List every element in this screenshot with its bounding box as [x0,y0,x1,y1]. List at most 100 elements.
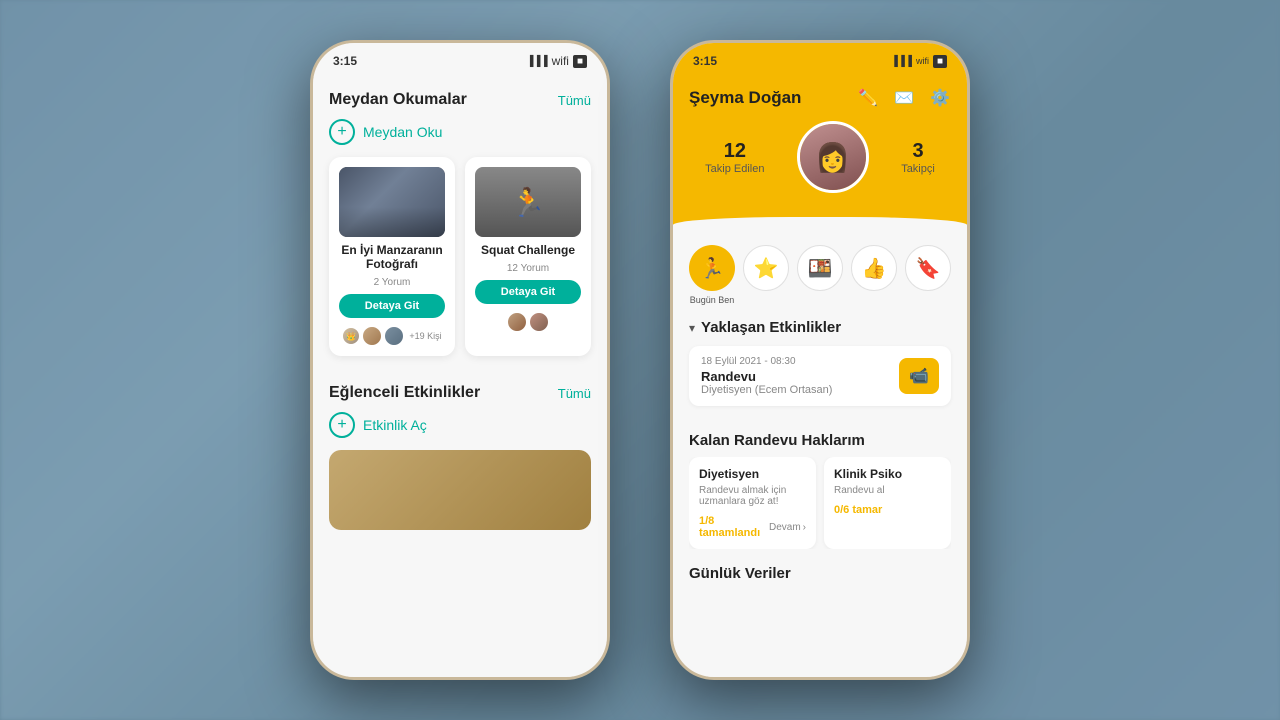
settings-icon[interactable]: ⚙️ [929,87,951,109]
video-call-icon[interactable]: 📹 [899,358,939,394]
remaining-card-1-action[interactable]: Devam › [769,522,806,533]
right-phone-screen: Şeyma Doğan ✏️ ✉️ ⚙️ 12 Takip Edilen 👩 [673,79,967,677]
card-1-subtitle: 2 Yorum [339,277,445,288]
add-challenge-row[interactable]: + Meydan Oku [329,119,591,145]
following-stat: 12 Takip Edilen [705,140,764,175]
battery-icon-right: ■ [933,55,947,68]
wifi-icon-left: wifi [552,54,569,68]
following-label: Takip Edilen [705,163,764,175]
gym-image [339,167,445,237]
avatar-2 [384,326,404,346]
remaining-title: Kalan Randevu Haklarım [689,432,951,449]
activities-header: Eğlenceli Etkinlikler Tümü [329,384,591,402]
badge-today-circle: 🏃 [689,245,735,291]
card-2-detail-btn[interactable]: Detaya Git [475,280,581,304]
profile-name: Şeyma Doğan [689,88,801,108]
profile-stats: 12 Takip Edilen 👩 3 Takipçi [689,121,951,193]
badge-star[interactable]: ⭐ [743,245,789,305]
profile-body: ▾ Yaklaşan Etkinlikler 18 Eylül 2021 - 0… [673,309,967,677]
challenges-link[interactable]: Tümü [558,93,591,108]
left-phone-screen: Meydan Okumalar Tümü + Meydan Oku En İyi… [313,79,607,677]
challenge-card-2: Squat Challenge 12 Yorum Detaya Git [465,157,591,356]
activities-link[interactable]: Tümü [558,386,591,401]
card-1-avatars: 👑 +19 Kişi [339,326,445,346]
card-2-title: Squat Challenge [475,243,581,257]
card-2-subtitle: 12 Yorum [475,263,581,274]
card-1-title: En İyi Manzaranın Fotoğrafı [339,243,445,271]
wave-shape [673,217,967,237]
edit-icon[interactable]: ✏️ [857,87,879,109]
remaining-card-1-desc: Randevu almak için uzmanlara göz at! [699,485,806,507]
add-activity-row[interactable]: + Etkinlik Aç [329,412,591,438]
activity-image-card [329,450,591,530]
remaining-card-2-progress: 0/6 tamar [834,504,882,516]
badge-bookmark-circle: 🔖 [905,245,951,291]
card-1-image [339,167,445,237]
signal-icon-right: ▐▐▐ [891,56,912,67]
badge-food-circle: 🍱 [797,245,843,291]
more-count: +19 Kişi [409,331,441,341]
appointment-type: Randevu [701,369,832,384]
signal-icon-left: ▐▐▐ [526,56,547,67]
challenge-cards-row: En İyi Manzaranın Fotoğrafı 2 Yorum Deta… [329,157,591,356]
status-icons-left: ▐▐▐ wifi ■ [526,54,587,68]
followers-stat: 3 Takipçi [901,140,935,175]
chevron-right-icon: › [803,522,806,533]
profile-action-icons: ✏️ ✉️ ⚙️ [857,87,951,109]
card-2-avatars [475,312,581,332]
remaining-card-2-desc: Randevu al [834,485,941,496]
following-count: 12 [705,140,764,163]
status-bar-right: 3:15 ▐▐▐ wifi ■ [673,43,967,79]
status-bar-left: 3:15 ▐▐▐ wifi ■ [313,43,607,79]
profile-avatar: 👩 [797,121,869,193]
avatar-image: 👩 [800,124,866,190]
add-activity-icon: + [329,412,355,438]
remaining-section: Kalan Randevu Haklarım Diyetisyen Randev… [673,426,967,559]
remaining-card-1-title: Diyetisyen [699,467,806,481]
badge-bookmark[interactable]: 🔖 [905,245,951,305]
profile-top-row: Şeyma Doğan ✏️ ✉️ ⚙️ [689,87,951,109]
badge-today[interactable]: 🏃 Bugün Ben [689,245,735,305]
mail-icon[interactable]: ✉️ [893,87,915,109]
badges-row: 🏃 Bugün Ben ⭐ 🍱 👍 🔖 [673,237,967,309]
upcoming-section: ▾ Yaklaşan Etkinlikler 18 Eylül 2021 - 0… [673,309,967,426]
badge-social-circle: 👍 [851,245,897,291]
profile-header: Şeyma Doğan ✏️ ✉️ ⚙️ 12 Takip Edilen 👩 [673,79,967,217]
appointment-doctor: Diyetisyen (Ecem Ortasan) [701,384,832,396]
add-challenge-label: Meydan Oku [363,124,442,140]
phones-container: 3:15 ▐▐▐ wifi ■ Meydan Okumalar Tümü + M… [0,0,1280,720]
upcoming-title: Yaklaşan Etkinlikler [701,319,841,336]
wifi-icon-right: wifi [916,56,929,66]
remaining-card-2-row: 0/6 tamar [834,504,941,516]
right-phone: 3:15 ▐▐▐ wifi ■ Şeyma Doğan ✏️ ✉️ ⚙️ [670,40,970,680]
remaining-card-2: Klinik Psiko Randevu al 0/6 tamar [824,457,951,549]
followers-label: Takipçi [901,163,935,175]
avatar-icon-1: 👑 [342,327,360,345]
daily-title: Günlük Veriler [689,565,951,582]
appointment-info: 18 Eylül 2021 - 08:30 Randevu Diyetisyen… [701,356,832,396]
remaining-card-1-row: 1/8 tamamlandı Devam › [699,515,806,539]
avatar-3 [507,312,527,332]
remaining-card-2-title: Klinik Psiko [834,467,941,481]
card-1-detail-btn[interactable]: Detaya Git [339,294,445,318]
remaining-cards: Diyetisyen Randevu almak için uzmanlara … [689,457,951,549]
badge-social[interactable]: 👍 [851,245,897,305]
battery-icon-left: ■ [573,55,587,68]
remaining-card-1: Diyetisyen Randevu almak için uzmanlara … [689,457,816,549]
appointment-card: 18 Eylül 2021 - 08:30 Randevu Diyetisyen… [689,346,951,406]
avatar-4 [529,312,549,332]
appointment-date: 18 Eylül 2021 - 08:30 [701,356,832,367]
left-phone: 3:15 ▐▐▐ wifi ■ Meydan Okumalar Tümü + M… [310,40,610,680]
remaining-card-1-progress: 1/8 tamamlandı [699,515,769,539]
challenge-card-1: En İyi Manzaranın Fotoğrafı 2 Yorum Deta… [329,157,455,356]
wave-container [673,217,967,237]
upcoming-title-row: ▾ Yaklaşan Etkinlikler [689,319,951,336]
time-right: 3:15 [693,54,717,68]
challenges-header: Meydan Okumalar Tümü [329,91,591,109]
followers-count: 3 [901,140,935,163]
activities-title: Eğlenceli Etkinlikler [329,384,480,402]
badge-food[interactable]: 🍱 [797,245,843,305]
time-left: 3:15 [333,54,357,68]
badge-today-label: Bugün Ben [690,295,735,305]
challenges-title: Meydan Okumalar [329,91,467,109]
